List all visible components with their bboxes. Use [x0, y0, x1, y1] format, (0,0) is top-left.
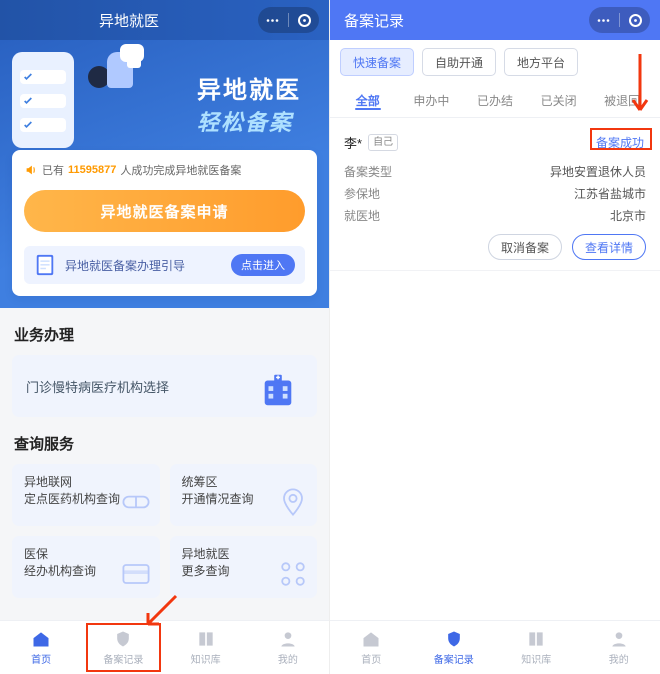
hero-title-1: 异地就医	[197, 70, 301, 105]
enter-button[interactable]: 点击进入	[231, 254, 295, 276]
shield-icon	[113, 629, 133, 649]
card-icon	[118, 556, 154, 592]
record-status: 备案成功	[594, 132, 646, 153]
record-name: 李* 自己	[344, 133, 398, 152]
user-icon	[278, 629, 298, 649]
tab-home[interactable]: 首页	[330, 621, 413, 674]
book-icon	[196, 629, 216, 649]
more-icon	[596, 13, 611, 28]
query-card-2[interactable]: 医保经办机构查询	[12, 536, 160, 598]
relation-tag: 自己	[368, 134, 398, 151]
capsule-menu[interactable]	[589, 7, 650, 33]
guide-label: 异地就医备案办理引导	[65, 257, 222, 274]
pill-self[interactable]: 自助开通	[422, 48, 496, 76]
phone-illustration	[12, 52, 74, 148]
pin-icon	[275, 484, 311, 520]
biz-card-chronic[interactable]: 门诊慢特病医疗机构选择	[12, 355, 317, 417]
detail-button[interactable]: 查看详情	[572, 234, 646, 260]
user-icon	[609, 629, 629, 649]
target-icon	[628, 13, 643, 28]
filter-tabs: 全部 申办中 已办结 已关闭 被退回	[330, 84, 660, 118]
home-icon	[31, 629, 51, 649]
document-icon	[34, 253, 56, 277]
tab-home[interactable]: 首页	[0, 621, 82, 674]
tab-bar-right: 首页 备案记录 知识库 我的	[330, 620, 660, 674]
apply-button[interactable]: 异地就医备案申请	[24, 190, 305, 232]
capsule-menu[interactable]	[258, 7, 319, 33]
tab-records[interactable]: 备案记录	[413, 621, 496, 674]
tab-me[interactable]: 我的	[247, 621, 329, 674]
home-icon	[361, 629, 381, 649]
more-grid-icon	[275, 556, 311, 592]
hero-banner: 异地就医 轻松备案 已有 11595877 人成功完成异地就医备案 异地就医备案…	[0, 40, 329, 308]
query-card-3[interactable]: 异地就医更多查询	[170, 536, 318, 598]
stat-line: 已有 11595877 人成功完成异地就医备案	[24, 162, 305, 178]
target-icon	[297, 13, 312, 28]
pill-row: 快速备案 自助开通 地方平台	[330, 40, 660, 84]
record-item: 李* 自己 备案成功 备案类型异地安置退休人员 参保地江苏省盐城市 就医地北京市…	[330, 118, 660, 271]
tab-kb[interactable]: 知识库	[495, 621, 578, 674]
filter-all[interactable]: 全部	[336, 92, 400, 109]
book-icon	[526, 629, 546, 649]
guide-card[interactable]: 异地就医备案办理引导 点击进入	[24, 246, 305, 284]
filter-processing[interactable]: 申办中	[400, 92, 464, 109]
more-icon	[265, 13, 280, 28]
page-title: 备案记录	[330, 10, 589, 31]
tab-kb[interactable]: 知识库	[165, 621, 247, 674]
query-card-0[interactable]: 异地联网定点医药机构查询	[12, 464, 160, 526]
section-business: 业务办理	[14, 324, 315, 345]
shield-icon	[444, 629, 464, 649]
query-card-1[interactable]: 统筹区开通情况查询	[170, 464, 318, 526]
tab-bar-left: 首页 备案记录 知识库 我的	[0, 620, 329, 674]
section-query: 查询服务	[14, 433, 315, 454]
hero-title-2: 轻松备案	[197, 105, 301, 137]
cancel-button[interactable]: 取消备案	[488, 234, 562, 260]
filter-closed[interactable]: 已关闭	[527, 92, 591, 109]
pill-local[interactable]: 地方平台	[504, 48, 578, 76]
horn-icon	[24, 163, 38, 177]
pill-quick[interactable]: 快速备案	[340, 48, 414, 76]
pill-icon	[118, 484, 154, 520]
tab-me[interactable]: 我的	[578, 621, 660, 674]
tab-records[interactable]: 备案记录	[82, 621, 164, 674]
filter-done[interactable]: 已办结	[463, 92, 527, 109]
filter-returned[interactable]: 被退回	[590, 92, 654, 109]
hospital-icon	[259, 371, 297, 409]
page-title: 异地就医	[0, 10, 258, 31]
speech-bubble-icon	[120, 44, 144, 62]
